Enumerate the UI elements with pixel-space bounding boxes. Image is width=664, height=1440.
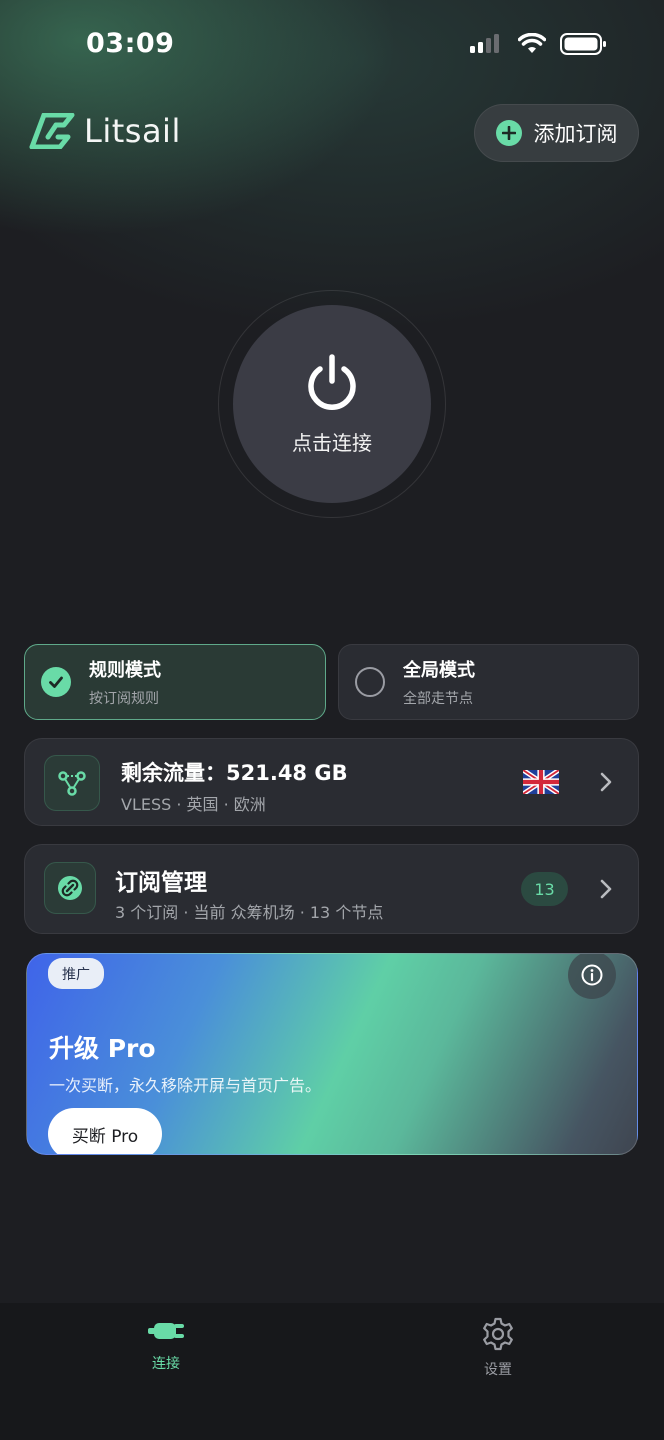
buy-pro-button[interactable]: 买断 Pro [48, 1108, 162, 1154]
rule-mode-title: 规则模式 [89, 660, 161, 681]
status-icons [470, 32, 608, 56]
signal-icon [470, 34, 499, 53]
promo-banner[interactable]: 推广 升级 Pro 一次买断，永久移除开屏与首页广告。 买断 Pro [26, 953, 638, 1155]
promo-description: 一次买断，永久移除开屏与首页广告。 [49, 1076, 322, 1095]
node-details: VLESS · 英国 · 欧洲 [121, 795, 266, 814]
add-subscription-label: 添加订阅 [533, 122, 618, 146]
global-mode-option[interactable]: 全局模式 全部走节点 [338, 644, 639, 720]
subscription-card[interactable]: 订阅管理 3 个订阅 · 当前 众筹机场 · 13 个节点 13 [24, 844, 639, 934]
tab-bar: 连接 设置 [0, 1303, 664, 1440]
status-time: 03:09 [86, 28, 175, 59]
rule-mode-subtitle: 按订阅规则 [89, 691, 159, 707]
connect-power-button[interactable]: 点击连接 [233, 305, 431, 503]
background [0, 0, 664, 1440]
wifi-icon [518, 33, 546, 53]
info-icon [581, 964, 603, 986]
power-icon [308, 353, 356, 410]
plug-icon [148, 1323, 184, 1339]
node-count-badge: 13 [521, 872, 568, 906]
battery-icon [560, 33, 606, 55]
app-logo: Litsail [28, 112, 181, 150]
tab-settings[interactable]: 设置 [438, 1317, 558, 1379]
global-mode-subtitle: 全部走节点 [403, 691, 473, 707]
remaining-traffic: 剩余流量：521.48 GB [121, 761, 348, 785]
rule-mode-option[interactable]: 规则模式 按订阅规则 [24, 644, 326, 720]
tab-settings-label: 设置 [484, 1362, 512, 1378]
gear-icon [483, 1317, 513, 1351]
link-icon [44, 862, 96, 914]
app-name: Litsail [84, 112, 181, 150]
checkmark-icon [41, 667, 71, 697]
node-network-icon [44, 755, 100, 811]
add-subscription-button[interactable]: 添加订阅 [474, 104, 639, 162]
chevron-right-icon [600, 879, 612, 899]
subscription-details: 3 个订阅 · 当前 众筹机场 · 13 个节点 [115, 903, 384, 922]
subscription-title: 订阅管理 [115, 870, 207, 896]
connect-label: 点击连接 [292, 430, 372, 455]
tab-connect[interactable]: 连接 [106, 1317, 226, 1373]
plus-icon [495, 120, 522, 146]
tab-connect-label: 连接 [152, 1356, 180, 1372]
uk-flag-icon [523, 770, 559, 794]
radio-unselected-icon [355, 667, 385, 697]
promo-tag: 推广 [48, 958, 104, 989]
litsail-logo-icon [29, 113, 75, 149]
info-button[interactable] [568, 954, 616, 999]
global-mode-title: 全局模式 [403, 660, 475, 681]
promo-title: 升级 Pro [49, 1034, 156, 1063]
chevron-right-icon [600, 772, 612, 792]
traffic-card[interactable]: 剩余流量：521.48 GB VLESS · 英国 · 欧洲 [24, 738, 639, 826]
